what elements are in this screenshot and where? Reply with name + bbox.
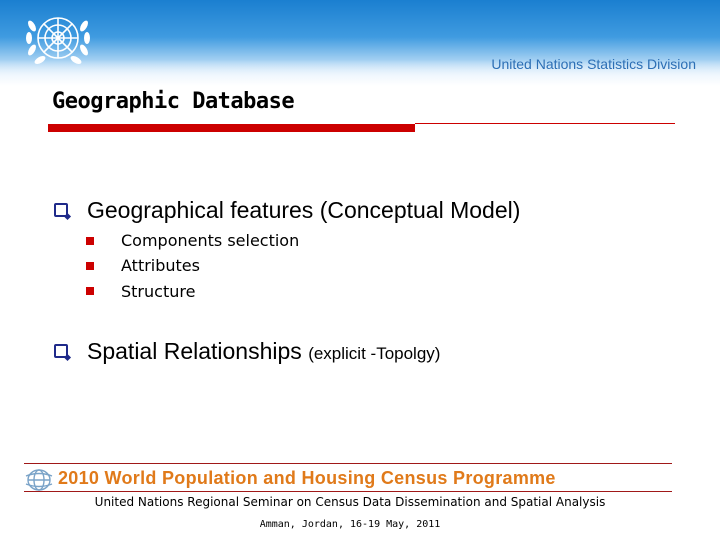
checkbox-bullet-icon (54, 203, 68, 217)
un-emblem-icon (26, 17, 90, 64)
sub-item-structure: Structure (121, 282, 196, 301)
sub-item-attributes: Attributes (121, 256, 200, 275)
bullet-spatial-relationships: Spatial Relationships (explicit -Topolgy… (87, 338, 440, 365)
square-bullet-icon (86, 287, 94, 295)
bullet-geographical-features: Geographical features (Conceptual Model) (87, 197, 521, 223)
title-underline-bar (48, 124, 415, 132)
programme-title: 2010 World Population and Housing Census… (58, 468, 556, 488)
square-bullet-icon (86, 262, 94, 270)
footer-rule-top (24, 463, 672, 464)
topology-note: (explicit -Topolgy) (308, 344, 441, 363)
square-bullet-icon (86, 237, 94, 245)
census-programme-banner: 2010 World Population and Housing Census… (24, 467, 696, 493)
seminar-title: United Nations Regional Seminar on Censu… (94, 495, 606, 509)
organization-name: United Nations Statistics Division (491, 56, 696, 72)
sub-item-components: Components selection (121, 231, 300, 250)
spatial-relationships-label: Spatial Relationships (87, 338, 302, 364)
slide-title: Geographic Database (52, 89, 295, 114)
title-underline-rule (415, 123, 675, 124)
venue-date: Amman, Jordan, 16-19 May, 2011 (259, 519, 441, 530)
checkbox-bullet-icon (54, 344, 68, 358)
globe-icon (25, 469, 53, 491)
footer-rule-bottom (24, 491, 672, 492)
